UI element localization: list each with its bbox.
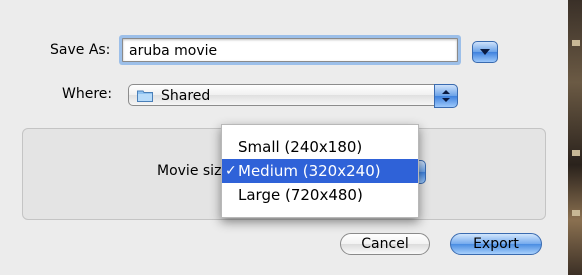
menu-item-large[interactable]: Large (720x480) <box>222 183 418 207</box>
disclosure-triangle-icon <box>480 49 490 55</box>
where-popup[interactable]: Shared <box>128 84 458 108</box>
where-value: Shared <box>161 88 211 104</box>
cancel-button[interactable]: Cancel <box>340 233 430 255</box>
export-button[interactable]: Export <box>450 233 542 255</box>
menu-item-label: Medium (320x240) <box>238 162 381 180</box>
save-as-label: Save As: <box>50 42 111 58</box>
where-label: Where: <box>62 86 113 102</box>
background-window <box>568 0 582 275</box>
popup-arrows[interactable] <box>434 84 458 108</box>
updown-arrows-icon <box>442 90 450 102</box>
filename-field[interactable]: aruba movie <box>122 38 458 62</box>
save-sheet: Save As: aruba movie Where: Shared Movie… <box>0 0 568 275</box>
movie-size-menu: Small (240x180) ✓ Medium (320x240) Large… <box>221 124 419 218</box>
checkmark-icon: ✓ <box>225 163 237 179</box>
menu-item-small[interactable]: Small (240x180) <box>222 135 418 159</box>
menu-item-medium[interactable]: ✓ Medium (320x240) <box>222 159 418 183</box>
menu-item-label: Large (720x480) <box>238 186 363 204</box>
menu-item-label: Small (240x180) <box>238 138 363 156</box>
folder-icon <box>137 90 153 102</box>
expand-dialog-button[interactable] <box>472 41 498 63</box>
